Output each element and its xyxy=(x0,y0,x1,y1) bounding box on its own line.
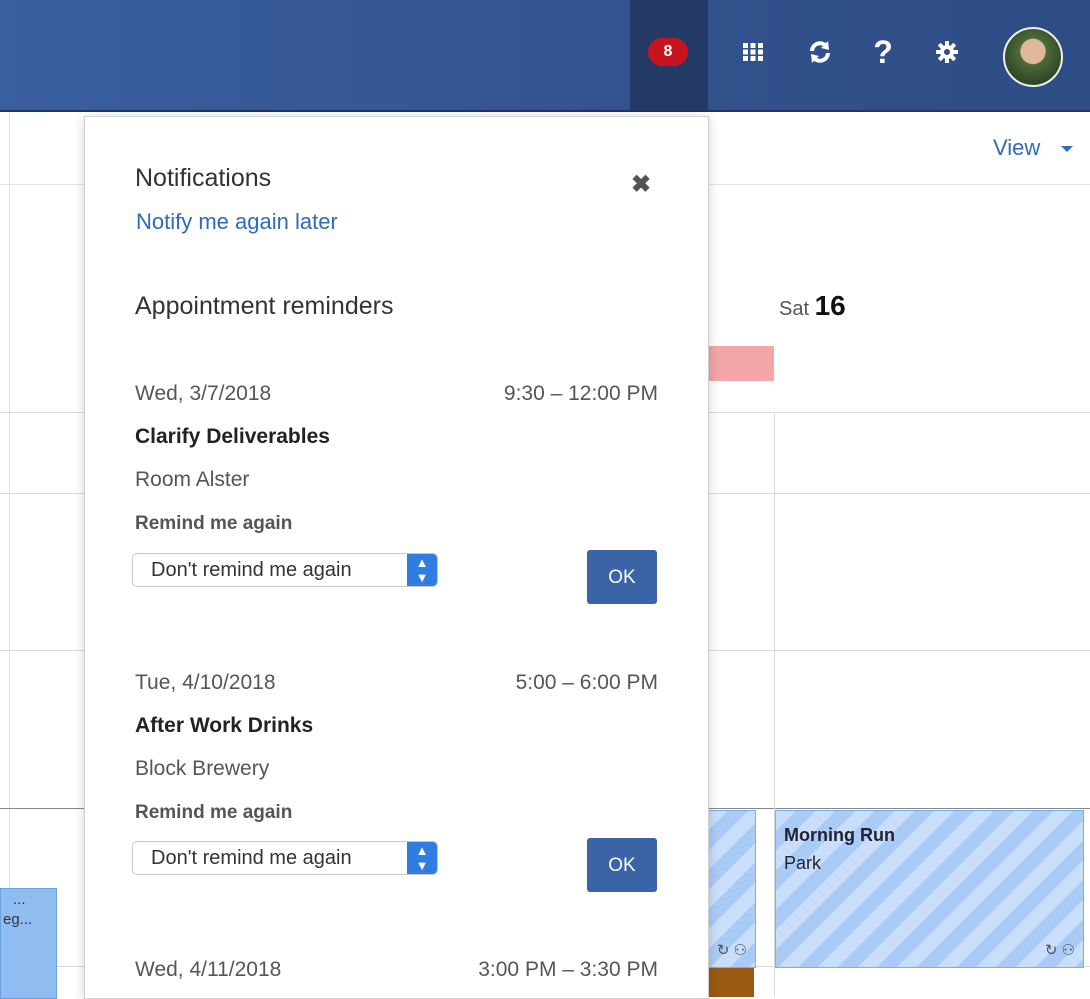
reminder-location: Room Alster xyxy=(135,468,250,491)
reminder-subject: Clarify Deliverables xyxy=(135,425,330,448)
reminder-location: Block Brewery xyxy=(135,757,270,780)
notification-count-badge[interactable]: 8 xyxy=(648,38,688,66)
apps-grid-icon[interactable] xyxy=(733,32,773,72)
day-header-number: 16 xyxy=(814,290,846,321)
ok-button[interactable]: OK xyxy=(587,550,657,604)
reminder-subject: After Work Drinks xyxy=(135,714,314,737)
recurring-icon: ↻ ⚇ xyxy=(1044,942,1075,959)
remind-again-value: Don't remind me again xyxy=(151,847,352,869)
calendar-event-striped[interactable]: ↻ ⚇ xyxy=(707,810,756,968)
select-arrows-icon: ▲ ▼ xyxy=(407,842,437,874)
reminder-date: Wed, 3/7/2018 xyxy=(135,382,272,405)
event-title: Morning Run xyxy=(784,825,895,845)
calendar-event-morning-run[interactable]: Morning Run Park ↻ ⚇ xyxy=(775,810,1084,968)
notify-later-link[interactable]: Notify me again later xyxy=(136,209,338,235)
reminder-time: 9:30 – 12:00 PM xyxy=(503,382,658,405)
settings-gear-icon[interactable] xyxy=(927,32,967,72)
calendar-event-brown[interactable] xyxy=(709,968,754,997)
remind-again-select[interactable]: Don't remind me again ▲ ▼ xyxy=(132,553,438,587)
chevron-down-icon[interactable] xyxy=(1061,146,1073,152)
calendar-event-left[interactable]: ... eg... xyxy=(0,888,57,999)
user-avatar[interactable] xyxy=(1003,27,1063,87)
remind-again-label: Remind me again xyxy=(135,513,293,534)
all-day-event[interactable] xyxy=(700,346,774,381)
reminder-date: Wed, 4/11/2018 xyxy=(135,958,282,981)
section-title: Appointment reminders xyxy=(135,292,394,320)
select-arrows-icon: ▲ ▼ xyxy=(407,554,437,586)
day-header-name: Sat xyxy=(779,298,810,320)
view-menu-link[interactable]: View xyxy=(993,135,1040,161)
remind-again-value: Don't remind me again xyxy=(151,559,352,581)
event-location: Park xyxy=(784,853,822,873)
remind-again-label: Remind me again xyxy=(135,802,293,823)
remind-again-select[interactable]: Don't remind me again ▲ ▼ xyxy=(132,841,438,875)
recurring-icon: ↻ ⚇ xyxy=(716,942,747,959)
day-header-sat[interactable]: Sat 16 xyxy=(779,290,846,322)
event-title: ... xyxy=(13,891,26,908)
reminder-date: Tue, 4/10/2018 xyxy=(135,671,276,694)
reminder-time: 5:00 – 6:00 PM xyxy=(515,671,658,694)
refresh-icon[interactable] xyxy=(800,32,840,72)
ok-button[interactable]: OK xyxy=(587,838,657,892)
help-icon[interactable]: ? xyxy=(863,32,903,72)
event-location: eg... xyxy=(3,911,33,928)
close-icon[interactable]: ✖ xyxy=(631,170,651,199)
calendar-left-border xyxy=(9,112,10,997)
reminder-time: 3:00 PM – 3:30 PM xyxy=(478,958,658,981)
popup-title: Notifications xyxy=(135,164,272,192)
